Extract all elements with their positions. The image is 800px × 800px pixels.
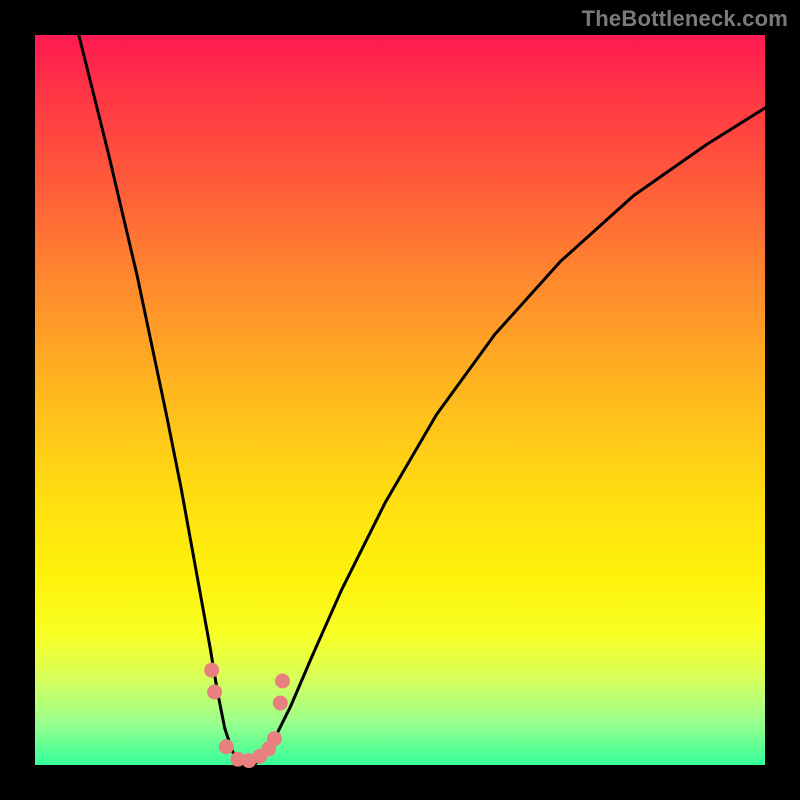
curve-marker	[207, 685, 222, 700]
chart-frame: TheBottleneck.com	[0, 0, 800, 800]
curve-marker	[267, 731, 282, 746]
curve-marker	[219, 739, 234, 754]
plot-area	[35, 35, 765, 765]
curve-svg	[35, 35, 765, 765]
curve-markers	[204, 663, 290, 769]
watermark-text: TheBottleneck.com	[582, 6, 788, 32]
curve-marker	[273, 696, 288, 711]
curve-marker	[204, 663, 219, 678]
curve-marker	[275, 674, 290, 689]
bottleneck-curve	[79, 35, 765, 765]
